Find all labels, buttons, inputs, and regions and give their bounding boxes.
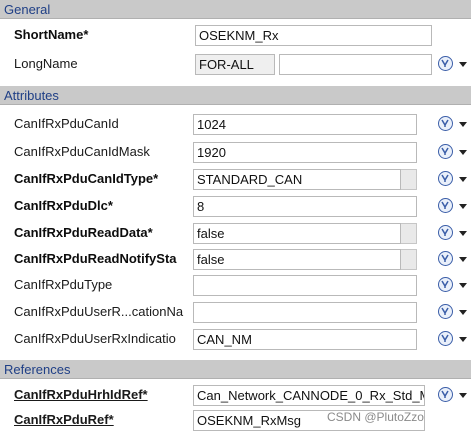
reset-default-icon[interactable] — [438, 144, 453, 159]
read-notify-status-dropdown[interactable] — [401, 249, 417, 270]
section-header-attributes[interactable]: Attributes — [0, 86, 471, 105]
reset-default-icon[interactable] — [438, 116, 453, 131]
short-name-label: ShortName* — [14, 27, 89, 42]
row-short-name: ShortName* OSEKNM_Rx — [0, 22, 471, 48]
attr-label: CanIfRxPduReadNotifySta — [14, 251, 177, 266]
chevron-down-icon[interactable] — [459, 122, 467, 127]
read-data-select[interactable]: false — [193, 223, 401, 244]
long-name-language-select[interactable]: FOR-ALL — [195, 54, 275, 75]
attr-label: CanIfRxPduCanId — [14, 116, 119, 131]
reset-default-icon[interactable] — [438, 331, 453, 346]
long-name-input[interactable] — [279, 54, 432, 75]
row-hrh-id-ref: CanIfRxPduHrhIdRef* Can_Network_CANNODE_… — [0, 382, 471, 408]
pdu-type-select[interactable] — [193, 275, 417, 296]
section-header-references[interactable]: References — [0, 360, 471, 379]
row-can-id: CanIfRxPduCanId 1024 — [0, 111, 471, 137]
can-id-input[interactable]: 1024 — [193, 114, 417, 135]
chevron-down-icon[interactable] — [459, 257, 467, 262]
row-can-id-mask: CanIfRxPduCanIdMask 1920 — [0, 139, 471, 165]
attr-label: CanIfRxPduUserR...cationNa — [14, 304, 184, 319]
attr-label: CanIfRxPduUserRxIndicatio — [14, 331, 176, 346]
chevron-down-icon[interactable] — [459, 62, 467, 67]
long-name-label: LongName — [14, 56, 78, 71]
row-read-data: CanIfRxPduReadData* false — [0, 220, 471, 246]
dlc-input[interactable]: 8 — [193, 196, 417, 217]
row-can-id-type: CanIfRxPduCanIdType* STANDARD_CAN — [0, 166, 471, 192]
reset-default-icon[interactable] — [438, 198, 453, 213]
read-data-dropdown[interactable] — [401, 223, 417, 244]
reset-default-icon[interactable] — [438, 304, 453, 319]
reset-default-icon[interactable] — [438, 277, 453, 292]
row-dlc: CanIfRxPduDlc* 8 — [0, 193, 471, 219]
can-id-type-dropdown[interactable] — [401, 169, 417, 190]
row-user-rx-indication: CanIfRxPduUserRxIndicatio CAN_NM — [0, 326, 471, 352]
hrh-id-ref-input[interactable]: Can_Network_CANNODE_0_Rx_Std_M — [193, 385, 425, 406]
chevron-down-icon[interactable] — [459, 283, 467, 288]
hrh-id-ref-link[interactable]: CanIfRxPduHrhIdRef* — [14, 382, 190, 408]
chevron-down-icon[interactable] — [459, 337, 467, 342]
short-name-input[interactable]: OSEKNM_Rx — [195, 25, 432, 46]
read-notify-status-select[interactable]: false — [193, 249, 401, 270]
user-rx-name-input[interactable] — [193, 302, 417, 323]
can-id-mask-input[interactable]: 1920 — [193, 142, 417, 163]
pdu-ref-link[interactable]: CanIfRxPduRef* — [14, 407, 190, 433]
reset-default-icon[interactable] — [438, 225, 453, 240]
chevron-down-icon[interactable] — [459, 393, 467, 398]
attr-label: CanIfRxPduDlc* — [14, 198, 113, 213]
attr-label: CanIfRxPduReadData* — [14, 225, 153, 240]
row-read-notify-status: CanIfRxPduReadNotifySta false — [0, 246, 471, 272]
chevron-down-icon[interactable] — [459, 150, 467, 155]
reset-default-icon[interactable] — [438, 56, 453, 71]
chevron-down-icon[interactable] — [459, 177, 467, 182]
row-long-name: LongName FOR-ALL — [0, 51, 471, 77]
chevron-down-icon[interactable] — [459, 310, 467, 315]
reset-default-icon[interactable] — [438, 251, 453, 266]
reset-default-icon[interactable] — [438, 171, 453, 186]
chevron-down-icon[interactable] — [459, 204, 467, 209]
section-header-general[interactable]: General — [0, 0, 471, 19]
reset-default-icon[interactable] — [438, 387, 453, 402]
attr-label: CanIfRxPduType — [14, 277, 113, 292]
attr-label: CanIfRxPduCanIdMask — [14, 144, 150, 159]
can-id-type-select[interactable]: STANDARD_CAN — [193, 169, 401, 190]
chevron-down-icon[interactable] — [459, 231, 467, 236]
row-pdu-type: CanIfRxPduType — [0, 272, 471, 298]
user-rx-indication-input[interactable]: CAN_NM — [193, 329, 417, 350]
attr-label: CanIfRxPduCanIdType* — [14, 171, 159, 186]
watermark: CSDN @PlutoZzo — [327, 410, 424, 424]
row-user-rx-name: CanIfRxPduUserR...cationNa — [0, 299, 471, 325]
